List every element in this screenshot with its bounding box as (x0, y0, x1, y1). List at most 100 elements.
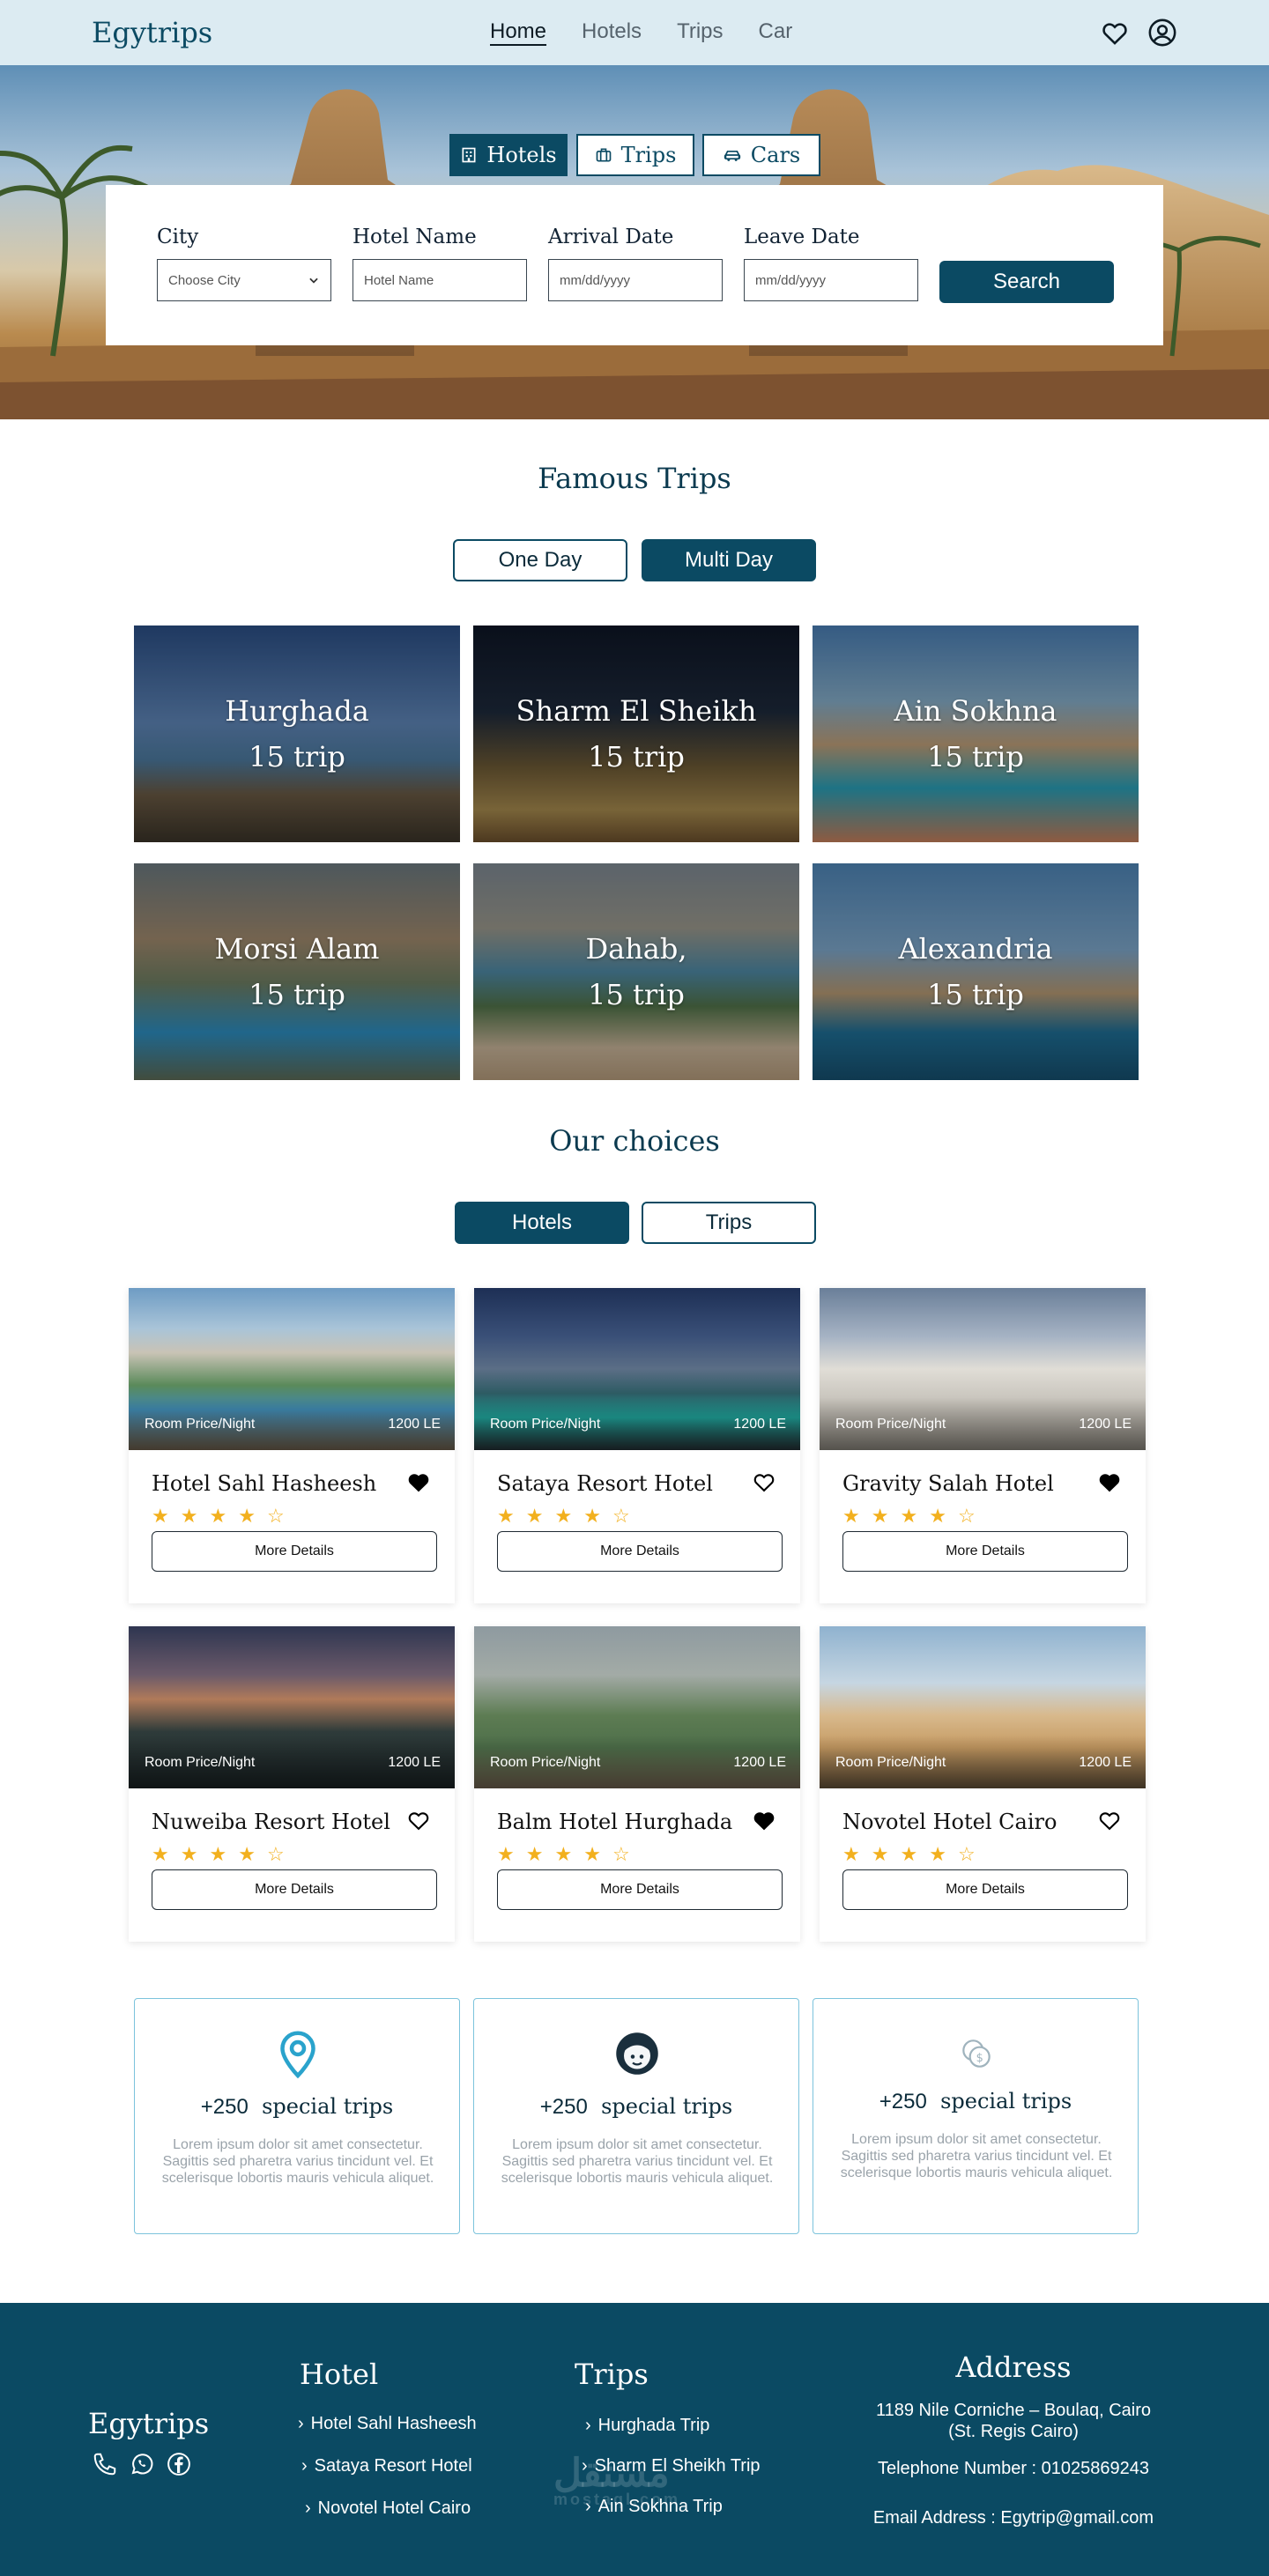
trip-tile-morsi-alam[interactable]: Morsi Alam 15 trip (134, 863, 460, 1080)
heart-icon[interactable] (1100, 18, 1130, 48)
star-empty-icon: ☆ (612, 1843, 630, 1865)
footer-logo[interactable]: Egytrips (88, 2407, 209, 2440)
arrival-date-input[interactable]: mm/dd/yyyy (548, 259, 723, 301)
user-icon[interactable] (1147, 18, 1177, 48)
nav-link-hotels[interactable]: Hotels (582, 19, 642, 44)
search-panel: City Choose City Hotel Name Hotel Name A… (106, 185, 1163, 345)
favorite-heart-icon[interactable] (751, 1469, 777, 1494)
trip-tile-ain-sokhna[interactable]: Ain Sokhna 15 trip (813, 625, 1139, 842)
star-filled-icon: ★ (900, 1843, 918, 1865)
star-filled-icon: ★ (152, 1505, 169, 1527)
more-details-button[interactable]: More Details (842, 1531, 1128, 1572)
favorite-heart-icon[interactable] (405, 1469, 432, 1494)
trip-name: Ain Sokhna (894, 694, 1058, 728)
toggle-hotels[interactable]: Hotels (455, 1202, 629, 1244)
trip-name: Sharm El Sheikh (516, 694, 757, 728)
trip-name: Dahab, (585, 932, 687, 966)
star-filled-icon: ★ (209, 1505, 227, 1527)
star-filled-icon: ★ (554, 1843, 573, 1865)
more-details-button[interactable]: More Details (152, 1869, 437, 1910)
star-empty-icon: ☆ (266, 1843, 285, 1865)
favorite-heart-icon[interactable] (1096, 1808, 1123, 1832)
star-filled-icon: ★ (497, 1505, 515, 1527)
trip-tile-dahab[interactable]: Dahab, 15 trip (473, 863, 799, 1080)
star-filled-icon: ★ (238, 1843, 256, 1865)
favorite-heart-icon[interactable] (751, 1808, 777, 1832)
site-logo[interactable]: Egytrips (92, 16, 212, 49)
room-price-label: Room Price/Night (490, 1417, 601, 1432)
chevron-right-icon: › (301, 2456, 308, 2476)
facebook-icon[interactable] (166, 2451, 192, 2477)
trip-tile-alexandria[interactable]: Alexandria 15 trip (813, 863, 1139, 1080)
footer-trip-link-label: Hurghada Trip (597, 2416, 710, 2435)
star-filled-icon: ★ (525, 1505, 544, 1527)
hotel-card[interactable]: Room Price/Night 1200 LE Novotel Hotel Cai… (820, 1626, 1146, 1942)
nav-link-trips[interactable]: Trips (677, 19, 723, 44)
arrival-date-label: Arrival Date (548, 226, 674, 248)
star-empty-icon: ☆ (612, 1505, 630, 1527)
tab-trips[interactable]: Trips (576, 134, 694, 176)
star-rating: ★ ★ ★ ★ ☆ (842, 1505, 976, 1528)
footer-email[interactable]: Email Address : Egytrip@gmail.com (846, 2507, 1181, 2528)
more-details-button[interactable]: More Details (497, 1531, 783, 1572)
search-button[interactable]: Search (939, 261, 1114, 303)
trip-count: 15 trip (249, 978, 345, 1011)
nav-link-car[interactable]: Car (759, 19, 793, 44)
tile-overlay (473, 625, 799, 842)
star-filled-icon: ★ (929, 1505, 946, 1527)
trip-tile-hurghada[interactable]: Hurghada 15 trip (134, 625, 460, 842)
hotel-card[interactable]: Room Price/Night 1200 LE Sataya Resort Hot… (474, 1288, 800, 1603)
tab-hotels-label: Hotels (486, 143, 557, 167)
footer-trips-title: Trips (575, 2358, 649, 2391)
whatsapp-icon[interactable] (129, 2451, 155, 2477)
favorite-heart-icon[interactable] (405, 1808, 432, 1832)
city-select[interactable]: Choose City (157, 259, 331, 301)
leave-date-label: Leave Date (744, 226, 860, 248)
star-filled-icon: ★ (180, 1843, 198, 1865)
toggle-multi-day[interactable]: Multi Day (642, 539, 816, 581)
room-price-label: Room Price/Night (490, 1755, 601, 1770)
more-details-button[interactable]: More Details (497, 1869, 783, 1910)
star-filled-icon: ★ (871, 1505, 889, 1527)
footer-hotel-link[interactable]: › Hotel Sahl Hasheesh (298, 2414, 477, 2434)
trip-tile-sharm-el-sheikh[interactable]: Sharm El Sheikh 15 trip (473, 625, 799, 842)
footer-phone[interactable]: Telephone Number : 01025869243 (846, 2458, 1181, 2479)
hotel-name-placeholder: Hotel Name (364, 272, 434, 288)
star-filled-icon: ★ (180, 1505, 198, 1527)
footer-trip-link[interactable]: › Hurghada Trip (585, 2416, 709, 2436)
hotel-card[interactable]: Room Price/Night 1200 LE Gravity Salah Hot… (820, 1288, 1146, 1603)
room-price: 1200 LE (388, 1417, 441, 1432)
address-line-1: 1189 Nile Corniche – Boulaq, Cairo (875, 2401, 1152, 2420)
footer-hotel-link[interactable]: › Sataya Resort Hotel (301, 2456, 472, 2476)
more-details-button[interactable]: More Details (842, 1869, 1128, 1910)
star-filled-icon: ★ (871, 1843, 889, 1865)
star-rating: ★ ★ ★ ★ ☆ (497, 1505, 630, 1528)
nav-link-home[interactable]: Home (490, 19, 546, 44)
nav-links: Home Hotels Trips Car (490, 19, 792, 44)
city-select-value: Choose City (168, 272, 241, 288)
location-pin-icon (280, 2031, 315, 2079)
room-price: 1200 LE (388, 1755, 441, 1770)
hotel-card[interactable]: Room Price/Night 1200 LE Nuweiba Resort Ho… (129, 1626, 455, 1942)
toggle-one-day[interactable]: One Day (453, 539, 627, 581)
hotel-name: Sataya Resort Hotel (497, 1471, 713, 1496)
more-details-button[interactable]: More Details (152, 1531, 437, 1572)
coins-icon: $ (962, 2039, 991, 2068)
leave-date-input[interactable]: mm/dd/yyyy (744, 259, 918, 301)
room-price: 1200 LE (733, 1755, 786, 1770)
tab-hotels[interactable]: Hotels (449, 134, 568, 176)
star-filled-icon: ★ (842, 1505, 860, 1527)
room-price-label: Room Price/Night (145, 1417, 256, 1432)
hotel-card[interactable]: Room Price/Night 1200 LE Hotel Sahl Hashee… (129, 1288, 455, 1603)
phone-icon[interactable] (92, 2451, 118, 2477)
toggle-trips[interactable]: Trips (642, 1202, 816, 1244)
footer-hotel-link-label: Novotel Hotel Cairo (317, 2498, 471, 2518)
footer-hotel-link[interactable]: › Novotel Hotel Cairo (305, 2498, 471, 2519)
feature-label: special trips (940, 2089, 1072, 2113)
tab-cars[interactable]: Cars (702, 134, 820, 176)
favorite-heart-icon[interactable] (1096, 1469, 1123, 1494)
hotel-name-input[interactable]: Hotel Name (352, 259, 527, 301)
tile-overlay (134, 863, 460, 1080)
star-rating: ★ ★ ★ ★ ☆ (152, 1505, 285, 1528)
hotel-card[interactable]: Room Price/Night 1200 LE Balm Hotel Hurgha… (474, 1626, 800, 1942)
